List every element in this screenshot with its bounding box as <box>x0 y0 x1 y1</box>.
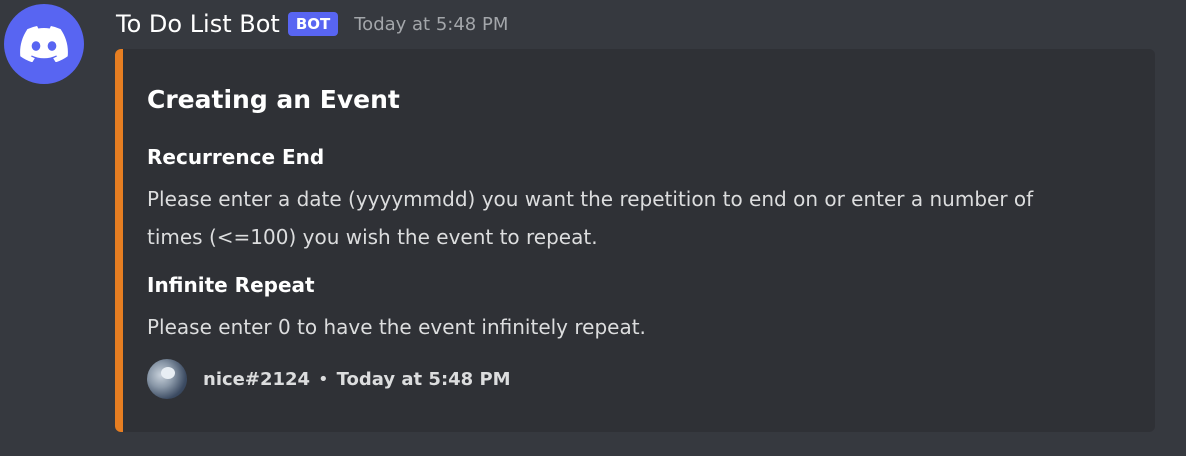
embed-title: Creating an Event <box>147 85 400 114</box>
chat-message: To Do List Bot BOT Today at 5:48 PM Crea… <box>0 0 1186 456</box>
message-timestamp: Today at 5:48 PM <box>354 13 509 35</box>
bot-badge: BOT <box>287 12 339 36</box>
field-value-recurrence-end: Please enter a date (yyyymmdd) you want … <box>147 187 1034 249</box>
username[interactable]: To Do List Bot <box>116 10 280 38</box>
embed: Creating an Event Recurrence End Please … <box>115 49 1155 432</box>
field-name-infinite-repeat: Infinite Repeat <box>147 273 315 297</box>
embed-footer: nice#2124 • Today at 5:48 PM <box>147 359 511 399</box>
footer-timestamp: Today at 5:48 PM <box>336 368 511 390</box>
footer-avatar <box>147 359 187 399</box>
footer-author: nice#2124 <box>203 368 311 390</box>
field-value-infinite-repeat: Please enter 0 to have the event infinit… <box>147 315 646 339</box>
bot-avatar[interactable] <box>4 4 84 84</box>
discord-logo-icon <box>20 26 68 62</box>
footer-separator: • <box>318 368 329 390</box>
field-name-recurrence-end: Recurrence End <box>147 145 325 169</box>
message-header: To Do List Bot BOT Today at 5:48 PM <box>116 6 508 42</box>
embed-accent-bar <box>115 49 123 432</box>
